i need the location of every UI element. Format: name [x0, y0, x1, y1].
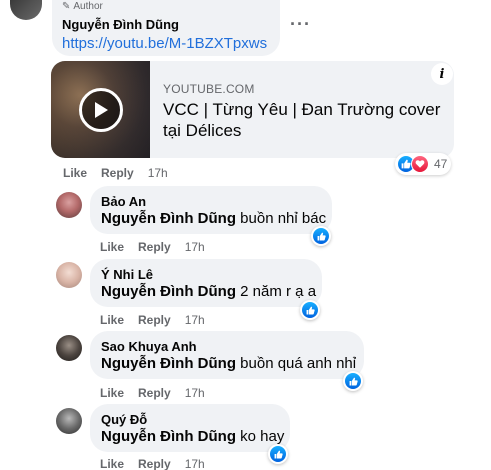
mention[interactable]: Nguyễn Đình Dũng	[101, 355, 236, 372]
play-button[interactable]	[79, 88, 123, 132]
like-reaction-icon	[313, 228, 329, 244]
reply-author[interactable]: Quý Đỗ	[101, 412, 147, 427]
like-button[interactable]: Like	[63, 166, 87, 180]
love-reaction-icon	[411, 155, 429, 173]
avatar[interactable]	[10, 0, 42, 20]
reply-author[interactable]: Sao Khuya Anh	[101, 339, 197, 354]
like-button[interactable]: Like	[100, 240, 124, 254]
reply-time[interactable]: 17h	[185, 386, 205, 400]
reply-time[interactable]: 17h	[185, 457, 205, 470]
reply-time[interactable]: 17h	[185, 313, 205, 327]
reaction-badge[interactable]	[268, 444, 288, 464]
author-badge: ✎ Author	[62, 1, 103, 12]
mention[interactable]: Nguyễn Đình Dũng	[101, 283, 236, 300]
reply-time[interactable]: 17h	[185, 240, 205, 254]
reply-button[interactable]: Reply	[138, 313, 171, 327]
reply-actions: Like Reply 17h	[100, 313, 205, 327]
reply-button[interactable]: Reply	[101, 166, 134, 180]
reply-bubble: Quý Đỗ Nguyễn Đình Dũng ko hay	[90, 404, 290, 452]
reply-bubble: Bảo An Nguyễn Đình Dũng buồn nhỉ bác	[90, 186, 332, 234]
comment-author[interactable]: Nguyễn Đình Dũng	[62, 17, 179, 32]
avatar[interactable]	[56, 192, 82, 218]
pencil-icon: ✎	[62, 1, 71, 12]
like-button[interactable]: Like	[100, 386, 124, 400]
avatar[interactable]	[56, 262, 82, 288]
reactions-count: 47	[434, 157, 448, 171]
reply-text: Nguyễn Đình Dũng ko hay	[101, 428, 285, 445]
reply-button[interactable]: Reply	[138, 386, 171, 400]
play-icon	[95, 102, 108, 118]
reply-button[interactable]: Reply	[138, 457, 171, 470]
like-reaction-icon	[345, 373, 361, 389]
preview-title-line-2[interactable]: tại Délices	[163, 121, 241, 141]
reply-author[interactable]: Bảo An	[101, 194, 146, 209]
reply-author[interactable]: Ý Nhi Lê	[101, 267, 153, 282]
reply-actions: Like Reply 17h	[100, 457, 205, 470]
comment-time[interactable]: 17h	[148, 166, 168, 180]
reaction-badge[interactable]	[343, 371, 363, 391]
comment-actions: Like Reply 17h	[63, 166, 168, 180]
preview-source: YOUTUBE.COM	[163, 82, 255, 96]
preview-title-line-1[interactable]: VCC | Từng Yêu | Đan Trường cover	[163, 100, 440, 120]
reactions-summary[interactable]: 47	[395, 153, 452, 175]
link-preview-card[interactable]: YOUTUBE.COM VCC | Từng Yêu | Đan Trường …	[51, 61, 454, 158]
info-icon[interactable]: i	[431, 63, 453, 85]
like-reaction-icon	[302, 302, 318, 318]
more-dots-icon[interactable]: ···	[290, 14, 311, 35]
reply-actions: Like Reply 17h	[100, 386, 205, 400]
reply-bubble: Sao Khuya Anh Nguyễn Đình Dũng buồn quá …	[90, 331, 364, 379]
reply-actions: Like Reply 17h	[100, 240, 205, 254]
like-reaction-icon	[270, 446, 286, 462]
like-button[interactable]: Like	[100, 313, 124, 327]
reply-button[interactable]: Reply	[138, 240, 171, 254]
avatar[interactable]	[56, 408, 82, 434]
comment-link[interactable]: https://youtu.be/M-1BZXTpxws	[62, 35, 267, 52]
reply-text: Nguyễn Đình Dũng 2 năm r ạ a	[101, 283, 317, 300]
video-thumbnail[interactable]	[51, 61, 150, 158]
mention[interactable]: Nguyễn Đình Dũng	[101, 428, 236, 445]
reply-text: Nguyễn Đình Dũng buồn quá anh nhỉ	[101, 355, 357, 372]
reaction-badge[interactable]	[300, 300, 320, 320]
mention[interactable]: Nguyễn Đình Dũng	[101, 210, 236, 227]
reply-bubble: Ý Nhi Lê Nguyễn Đình Dũng 2 năm r ạ a	[90, 259, 322, 307]
avatar[interactable]	[56, 335, 82, 361]
reply-text: Nguyễn Đình Dũng buồn nhỉ bác	[101, 210, 327, 227]
comment-bubble: ✎ Author Nguyễn Đình Dũng https://youtu.…	[52, 0, 280, 56]
like-button[interactable]: Like	[100, 457, 124, 470]
reaction-badge[interactable]	[311, 226, 331, 246]
